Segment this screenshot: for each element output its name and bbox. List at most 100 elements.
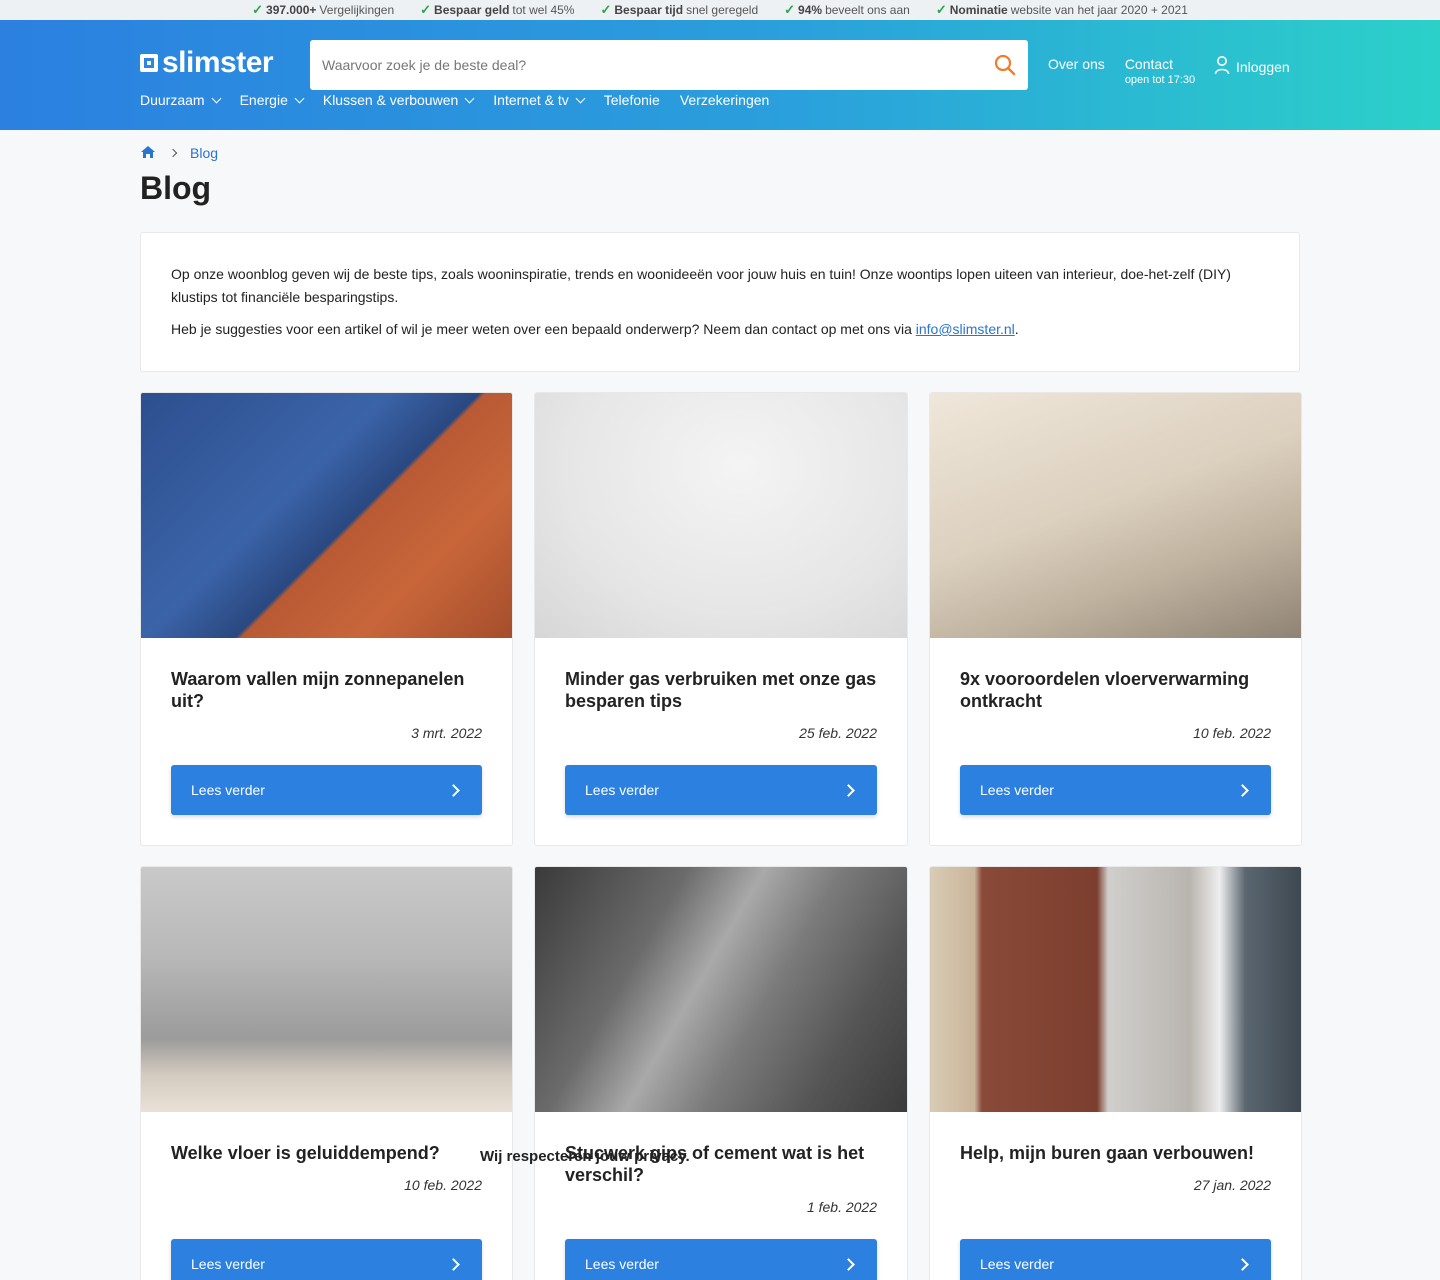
chevron-right-icon	[168, 148, 178, 158]
site-header: slimster Over ons Contact open tot 17:30…	[0, 20, 1440, 130]
intro-text: Heb je suggesties voor een artikel of wi…	[171, 321, 916, 337]
usp-item: ✓ Bespaar geld tot wel 45%	[420, 2, 574, 18]
contact-link[interactable]: Contact open tot 17:30	[1125, 56, 1195, 86]
privacy-notice: Wij respecteren jouw privacy.	[480, 1148, 690, 1165]
nav-label: Verzekeringen	[679, 92, 770, 108]
nav-item-klussen[interactable]: Klussen & verbouwen	[322, 92, 475, 108]
usp-bold: Bespaar geld	[434, 3, 510, 17]
read-more-button[interactable]: Lees verder	[565, 765, 877, 815]
intro-box: Op onze woonblog geven wij de beste tips…	[140, 232, 1300, 372]
nav-item-telefonie[interactable]: Telefonie	[604, 92, 660, 108]
chevron-right-icon	[447, 783, 460, 797]
contact-label: Contact	[1124, 56, 1174, 72]
card-date: 1 feb. 2022	[806, 1199, 877, 1215]
blog-grid: Waarom vallen mijn zonnepanelen uit? 3 m…	[140, 392, 1302, 1280]
nav-item-energie[interactable]: Energie	[239, 92, 305, 108]
usp-bar: ✓ 397.000+ Vergelijkingen ✓ Bespaar geld t…	[0, 0, 1440, 20]
button-label: Lees verder	[585, 1256, 659, 1272]
chevron-down-icon	[464, 93, 475, 104]
intro-paragraph: Op onze woonblog geven wij de beste tips…	[171, 266, 1231, 305]
card-title[interactable]: 9x vooroordelen vloerverwarming ontkrach…	[960, 668, 1271, 712]
read-more-button[interactable]: Lees verder	[565, 1239, 877, 1280]
nav-item-verzekeringen[interactable]: Verzekeringen	[680, 92, 770, 108]
button-label: Lees verder	[191, 1256, 265, 1272]
card-image[interactable]	[930, 867, 1301, 1112]
card-date: 3 mrt. 2022	[411, 725, 482, 741]
usp-item: ✓ 94% beveelt ons aan	[784, 2, 910, 18]
check-icon: ✓	[935, 2, 947, 17]
contact-hours: open tot 17:30	[1124, 74, 1196, 86]
usp-text: Vergelijkingen	[319, 3, 395, 17]
chevron-down-icon	[575, 93, 586, 104]
read-more-button[interactable]: Lees verder	[960, 765, 1271, 815]
intro-contact-paragraph: Heb je suggesties voor een artikel of wi…	[171, 318, 1269, 341]
top-links: Over ons Contact open tot 17:30	[1048, 56, 1195, 86]
card-image[interactable]	[141, 393, 512, 638]
search-icon[interactable]	[994, 54, 1016, 76]
usp-text: beveelt ons aan	[825, 3, 910, 17]
chevron-right-icon	[842, 783, 855, 797]
check-icon: ✓	[252, 2, 264, 17]
card-date: 27 jan. 2022	[1193, 1177, 1271, 1193]
nav-label: Klussen & verbouwen	[322, 92, 459, 108]
card-image[interactable]	[535, 393, 907, 638]
usp-item: ✓ Bespaar tijd snel geregeld	[600, 2, 758, 18]
nav-item-internet-tv[interactable]: Internet & tv	[493, 92, 586, 108]
chevron-down-icon	[211, 93, 222, 104]
nav-label: Duurzaam	[140, 92, 205, 108]
blog-card[interactable]: Stucwerk gips of cement wat is het versc…	[534, 866, 908, 1280]
blog-card[interactable]: Welke vloer is geluiddempend? 10 feb. 20…	[140, 866, 513, 1280]
button-label: Lees verder	[980, 1256, 1054, 1272]
button-label: Lees verder	[980, 782, 1054, 798]
usp-bold: Nominatie	[949, 3, 1008, 17]
logo-text: slimster	[162, 46, 274, 79]
card-title[interactable]: Welke vloer is geluiddempend?	[171, 1142, 482, 1164]
card-date: 10 feb. 2022	[1193, 725, 1271, 741]
card-image[interactable]	[930, 393, 1301, 638]
home-icon[interactable]	[140, 145, 156, 162]
check-icon: ✓	[784, 2, 796, 17]
usp-bold: 397.000+	[266, 3, 317, 17]
user-icon	[1214, 55, 1230, 78]
card-image[interactable]	[141, 867, 512, 1112]
usp-item: ✓ Nominatie website van het jaar 2020 + 2…	[936, 2, 1188, 18]
card-date: 25 feb. 2022	[799, 725, 877, 741]
check-icon: ✓	[600, 2, 612, 17]
chevron-down-icon	[294, 93, 305, 104]
email-link[interactable]: info@slimster.nl	[916, 321, 1015, 337]
blog-card[interactable]: Waarom vallen mijn zonnepanelen uit? 3 m…	[140, 392, 513, 846]
nav-label: Internet & tv	[493, 92, 569, 108]
logo-mark-icon	[140, 54, 158, 72]
usp-bold: 94%	[798, 3, 823, 17]
login-link[interactable]: Inloggen	[1214, 55, 1290, 78]
read-more-button[interactable]: Lees verder	[960, 1239, 1271, 1280]
card-title[interactable]: Minder gas verbruiken met onze gas bespa…	[565, 668, 877, 712]
blog-card[interactable]: Help, mijn buren gaan verbouwen! 27 jan.…	[929, 866, 1302, 1280]
usp-text: website van het jaar 2020 + 2021	[1010, 3, 1188, 17]
read-more-button[interactable]: Lees verder	[171, 765, 482, 815]
intro-text-end: .	[1014, 321, 1019, 337]
usp-item: ✓ 397.000+ Vergelijkingen	[252, 2, 394, 18]
login-label: Inloggen	[1236, 58, 1290, 75]
card-date: 10 feb. 2022	[404, 1177, 482, 1193]
search-bar	[310, 40, 1028, 90]
card-title[interactable]: Help, mijn buren gaan verbouwen!	[960, 1142, 1271, 1164]
main-nav: Duurzaam Energie Klussen & verbouwen Int…	[140, 92, 769, 108]
read-more-button[interactable]: Lees verder	[171, 1239, 482, 1280]
chevron-right-icon	[1236, 1257, 1249, 1271]
nav-item-duurzaam[interactable]: Duurzaam	[140, 92, 222, 108]
logo[interactable]: slimster	[140, 46, 274, 79]
card-image[interactable]	[535, 867, 907, 1112]
chevron-right-icon	[842, 1257, 855, 1271]
nav-label: Telefonie	[603, 92, 660, 108]
usp-text: tot wel 45%	[512, 3, 575, 17]
breadcrumb-current[interactable]: Blog	[190, 145, 218, 161]
over-ons-link[interactable]: Over ons	[1048, 56, 1105, 86]
page-title: Blog	[140, 170, 212, 206]
nav-label: Energie	[239, 92, 288, 108]
blog-card[interactable]: Minder gas verbruiken met onze gas bespa…	[534, 392, 908, 846]
blog-card[interactable]: 9x vooroordelen vloerverwarming ontkrach…	[929, 392, 1302, 846]
card-title[interactable]: Waarom vallen mijn zonnepanelen uit?	[171, 668, 482, 712]
search-input[interactable]	[322, 57, 994, 73]
usp-text: snel geregeld	[686, 3, 759, 17]
